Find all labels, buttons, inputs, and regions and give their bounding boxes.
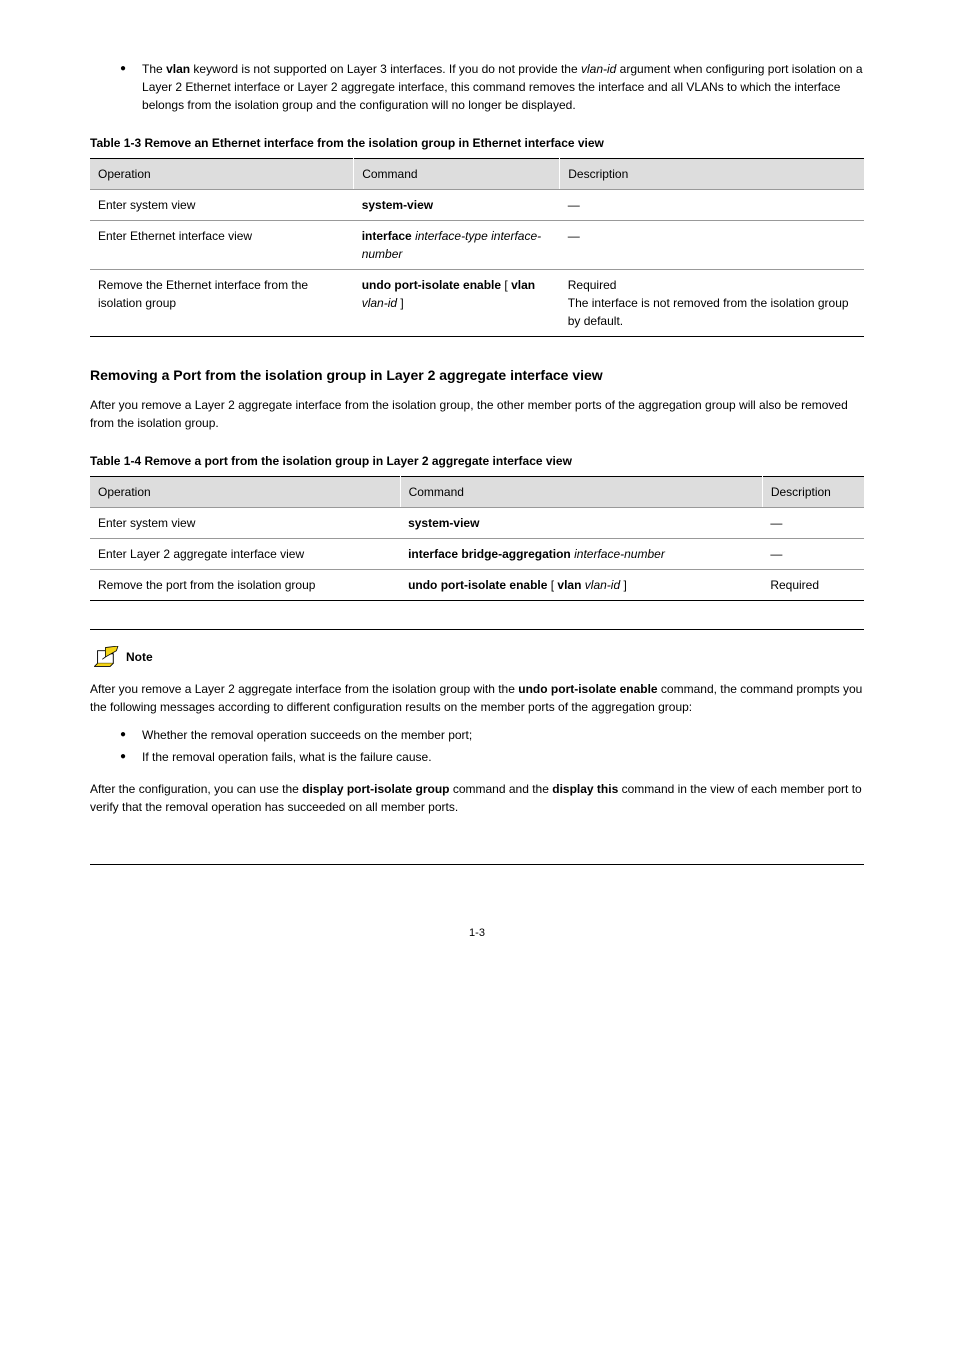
table-header-command: Command bbox=[354, 159, 560, 190]
cell-operation: Enter system view bbox=[90, 508, 400, 539]
table-1: Operation Command Description Enter syst… bbox=[90, 158, 864, 337]
table-header-operation: Operation bbox=[90, 477, 400, 508]
table-header-description: Description bbox=[762, 477, 864, 508]
list-item: ●If the removal operation fails, what is… bbox=[120, 748, 864, 766]
note-bullet-list: ●Whether the removal operation succeeds … bbox=[90, 726, 864, 766]
cell-description: — bbox=[762, 508, 864, 539]
list-item: ●Whether the removal operation succeeds … bbox=[120, 726, 864, 744]
top-bullet-paragraph: ● The vlan keyword is not supported on L… bbox=[90, 60, 864, 114]
table-header-command: Command bbox=[400, 477, 762, 508]
table-row: Remove the port from the isolation group… bbox=[90, 570, 864, 601]
cell-command: undo port-isolate enable [ vlan vlan-id … bbox=[400, 570, 762, 601]
table-row: Remove the Ethernet interface from the i… bbox=[90, 270, 864, 337]
cell-description: Required bbox=[762, 570, 864, 601]
note-box: Note After you remove a Layer 2 aggregat… bbox=[90, 629, 864, 865]
cell-operation: Remove the Ethernet interface from the i… bbox=[90, 270, 354, 337]
table-row: Operation Command Description bbox=[90, 159, 864, 190]
cell-command: interface interface-type interface-numbe… bbox=[354, 221, 560, 270]
table-1-caption: Table 1-3 Remove an Ethernet interface f… bbox=[90, 134, 864, 152]
table-row: Enter Ethernet interface view interface … bbox=[90, 221, 864, 270]
cell-description: — bbox=[560, 221, 864, 270]
cell-operation: Enter system view bbox=[90, 190, 354, 221]
cell-command: system-view bbox=[354, 190, 560, 221]
section-paragraph: After you remove a Layer 2 aggregate int… bbox=[90, 396, 864, 432]
section-heading: Removing a Port from the isolation group… bbox=[90, 365, 864, 386]
cell-operation: Enter Ethernet interface view bbox=[90, 221, 354, 270]
bullet-dot-icon: ● bbox=[120, 726, 126, 744]
table-header-description: Description bbox=[560, 159, 864, 190]
cell-command: interface bridge-aggregation interface-n… bbox=[400, 539, 762, 570]
table-row: Operation Command Description bbox=[90, 477, 864, 508]
cell-description: Required The interface is not removed fr… bbox=[560, 270, 864, 337]
note-post-text: After the configuration, you can use the… bbox=[90, 780, 864, 816]
page-number: 1-3 bbox=[90, 925, 864, 942]
table-header-operation: Operation bbox=[90, 159, 354, 190]
cell-command: system-view bbox=[400, 508, 762, 539]
table-row: Enter system view system-view — bbox=[90, 508, 864, 539]
bullet-dot-icon: ● bbox=[120, 748, 126, 766]
note-icon bbox=[94, 646, 120, 668]
cell-operation: Remove the port from the isolation group bbox=[90, 570, 400, 601]
bullet-dot-icon: ● bbox=[120, 60, 126, 114]
note-label: Note bbox=[126, 648, 153, 666]
table-row: Enter system view system-view — bbox=[90, 190, 864, 221]
cell-command: undo port-isolate enable [ vlan vlan-id … bbox=[354, 270, 560, 337]
table-row: Enter Layer 2 aggregate interface view i… bbox=[90, 539, 864, 570]
cell-description: — bbox=[762, 539, 864, 570]
cell-description: — bbox=[560, 190, 864, 221]
table-2: Operation Command Description Enter syst… bbox=[90, 476, 864, 601]
table-2-caption: Table 1-4 Remove a port from the isolati… bbox=[90, 452, 864, 470]
cell-operation: Enter Layer 2 aggregate interface view bbox=[90, 539, 400, 570]
top-bullet-text: The vlan keyword is not supported on Lay… bbox=[142, 60, 864, 114]
note-header: Note bbox=[90, 646, 864, 668]
note-body-text: After you remove a Layer 2 aggregate int… bbox=[90, 680, 864, 716]
